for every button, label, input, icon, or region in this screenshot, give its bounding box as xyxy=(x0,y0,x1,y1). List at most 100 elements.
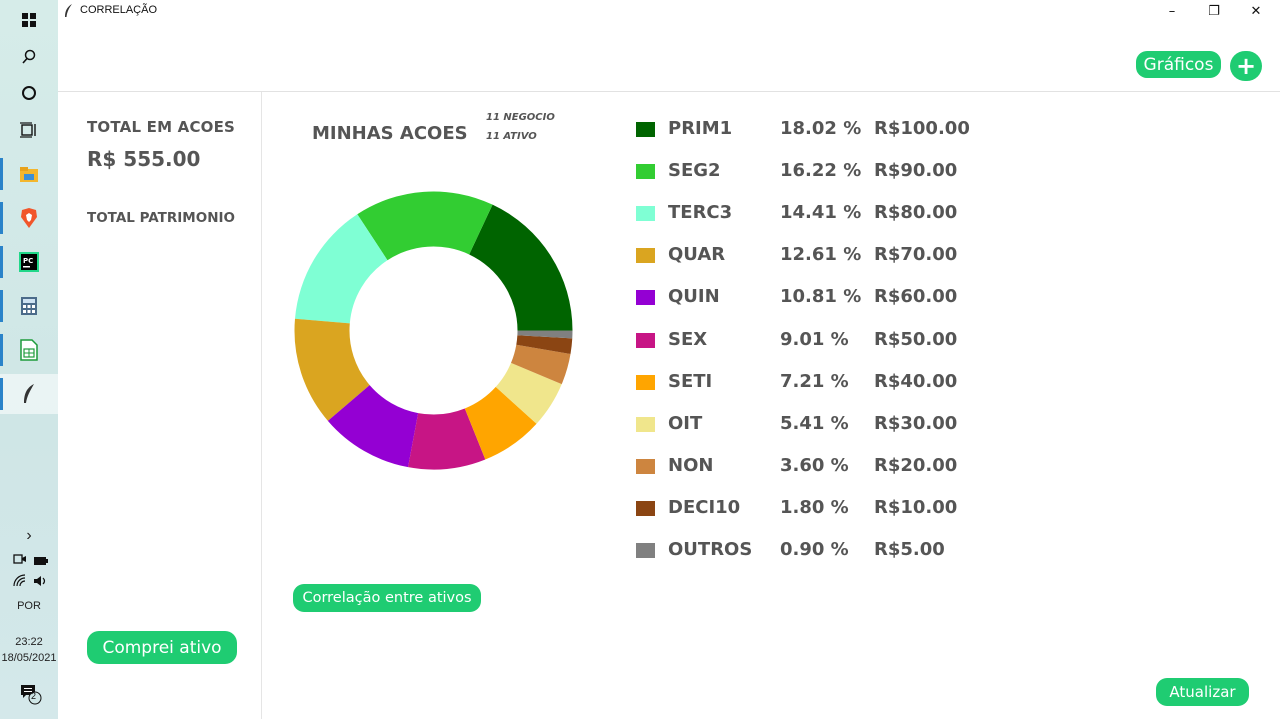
plus-icon: + xyxy=(1235,52,1257,80)
tray-chevron-icon[interactable]: › xyxy=(0,527,58,545)
legend-value: R$5.00 xyxy=(874,539,945,560)
legend-percent: 16.22 % xyxy=(780,160,862,182)
legend-value: R$100.00 xyxy=(874,118,970,139)
start-icon xyxy=(22,13,36,27)
legend-value: R$60.00 xyxy=(874,286,958,308)
app-header: Gráficos + xyxy=(58,22,1280,92)
legend-swatch xyxy=(636,543,655,558)
legend-value: R$10.00 xyxy=(874,496,958,518)
svg-text:PC: PC xyxy=(23,257,33,265)
atualizar-button[interactable]: Atualizar xyxy=(1156,678,1249,706)
legend-percent: 1.80 % xyxy=(780,496,849,518)
legend-value: R$30.00 xyxy=(874,412,958,434)
legend-percent: 14.41 % xyxy=(780,202,862,224)
donut-chart xyxy=(294,191,573,470)
legend-swatch xyxy=(636,164,655,180)
wifi-icon[interactable] xyxy=(13,573,27,592)
legend-name: PRIM1 xyxy=(668,118,733,139)
search-button[interactable] xyxy=(0,37,58,77)
app-feather-icon xyxy=(65,4,72,17)
taskbar-brave[interactable] xyxy=(0,198,58,238)
notification-center-button[interactable]: 2 xyxy=(20,683,42,709)
legend-row-oit: OIT 5.41 % R$30.00 xyxy=(636,412,996,438)
legend-percent: 3.60 % xyxy=(780,454,849,476)
legend-value: R$90.00 xyxy=(874,160,958,182)
spreadsheet-icon xyxy=(20,339,38,361)
taskbar-file-explorer[interactable] xyxy=(0,154,58,194)
search-icon xyxy=(22,49,36,64)
legend-name: SEX xyxy=(668,328,708,350)
cortana-icon xyxy=(22,86,36,100)
legend-swatch xyxy=(636,332,655,348)
add-button[interactable]: + xyxy=(1230,51,1262,81)
total-acoes-value: R$ 555.00 xyxy=(87,147,201,171)
legend-swatch xyxy=(636,374,655,390)
summary-panel: TOTAL EM ACOES R$ 555.00 TOTAL PATRIMONI… xyxy=(58,92,262,719)
task-view-icon xyxy=(20,122,36,138)
start-button[interactable] xyxy=(0,0,58,40)
taskbar-pycharm[interactable]: PC xyxy=(0,242,58,282)
clock-time[interactable]: 23:22 xyxy=(0,636,58,648)
ativo-count: 11 ATIVO xyxy=(486,131,537,142)
legend-name: SEG2 xyxy=(668,160,721,182)
legend-value: R$70.00 xyxy=(874,244,958,266)
chart-title: MINHAS ACOES xyxy=(312,123,468,144)
legend-swatch xyxy=(636,290,655,306)
restore-button[interactable]: ❐ xyxy=(1192,0,1236,22)
legend-name: TERC3 xyxy=(668,202,733,224)
meet-now-icon[interactable] xyxy=(13,551,27,570)
legend-swatch xyxy=(636,500,655,516)
legend-swatch xyxy=(636,122,655,137)
legend-value: R$20.00 xyxy=(874,454,958,476)
legend-row-deci10: DECI10 1.80 % R$10.00 xyxy=(636,496,996,522)
legend-name: OIT xyxy=(668,412,703,434)
window-title: CORRELAÇÃO xyxy=(80,4,158,16)
legend-percent: 7.21 % xyxy=(780,370,849,392)
legend-percent: 10.81 % xyxy=(780,286,862,308)
legend-value: R$50.00 xyxy=(874,328,958,350)
legend-row-quar: QUAR 12.61 % R$70.00 xyxy=(636,243,996,269)
legend-name: QUIN xyxy=(668,286,720,308)
volume-icon[interactable] xyxy=(33,573,49,592)
battery-icon[interactable] xyxy=(33,552,49,571)
close-button[interactable]: ✕ xyxy=(1234,0,1278,22)
taskbar-spreadsheet[interactable] xyxy=(0,330,58,370)
legend-percent: 5.41 % xyxy=(780,412,849,434)
legend-row-quin: QUIN 10.81 % R$60.00 xyxy=(636,285,996,311)
legend-percent: 9.01 % xyxy=(780,328,849,350)
legend-value: R$40.00 xyxy=(874,370,958,392)
legend-swatch xyxy=(636,416,655,432)
notification-count: 2 xyxy=(31,691,37,701)
cortana-button[interactable] xyxy=(0,73,58,113)
legend-row-sex: SEX 9.01 % R$50.00 xyxy=(636,328,996,354)
comprei-ativo-button[interactable]: Comprei ativo xyxy=(87,631,237,664)
window-titlebar: CORRELAÇÃO – ❐ ✕ xyxy=(58,0,1280,22)
legend-name: SETI xyxy=(668,370,713,392)
legend-name: DECI10 xyxy=(668,496,741,518)
calculator-icon xyxy=(21,297,37,315)
task-view-button[interactable] xyxy=(0,110,58,150)
legend-name: QUAR xyxy=(668,244,726,266)
legend-value: R$80.00 xyxy=(874,202,958,224)
taskbar-calculator[interactable] xyxy=(0,286,58,326)
donut-slice-prim1 xyxy=(469,204,573,331)
legend-swatch xyxy=(636,248,655,264)
clock-date[interactable]: 18/05/2021 xyxy=(0,652,58,664)
graficos-button[interactable]: Gráficos xyxy=(1136,51,1221,78)
language-indicator[interactable]: POR xyxy=(0,600,58,612)
legend-row-outros: OUTROS 0.90 % R$5.00 xyxy=(636,538,996,564)
legend-percent: 12.61 % xyxy=(780,244,862,266)
feather-app-icon xyxy=(24,384,34,403)
legend-percent: 0.90 % xyxy=(780,539,849,560)
taskbar-correlacao-app[interactable] xyxy=(0,374,58,414)
legend-row-seg2: SEG2 16.22 % R$90.00 xyxy=(636,159,996,185)
file-explorer-icon xyxy=(20,167,38,182)
correlacao-button[interactable]: Correlação entre ativos xyxy=(293,584,481,612)
legend-swatch xyxy=(636,206,655,222)
minimize-button[interactable]: – xyxy=(1150,0,1194,22)
brave-browser-icon xyxy=(21,208,37,228)
legend-name: OUTROS xyxy=(668,539,753,560)
legend-row-seti: SETI 7.21 % R$40.00 xyxy=(636,370,996,396)
legend-row-non: NON 3.60 % R$20.00 xyxy=(636,454,996,480)
legend-row-terc3: TERC3 14.41 % R$80.00 xyxy=(636,201,996,227)
